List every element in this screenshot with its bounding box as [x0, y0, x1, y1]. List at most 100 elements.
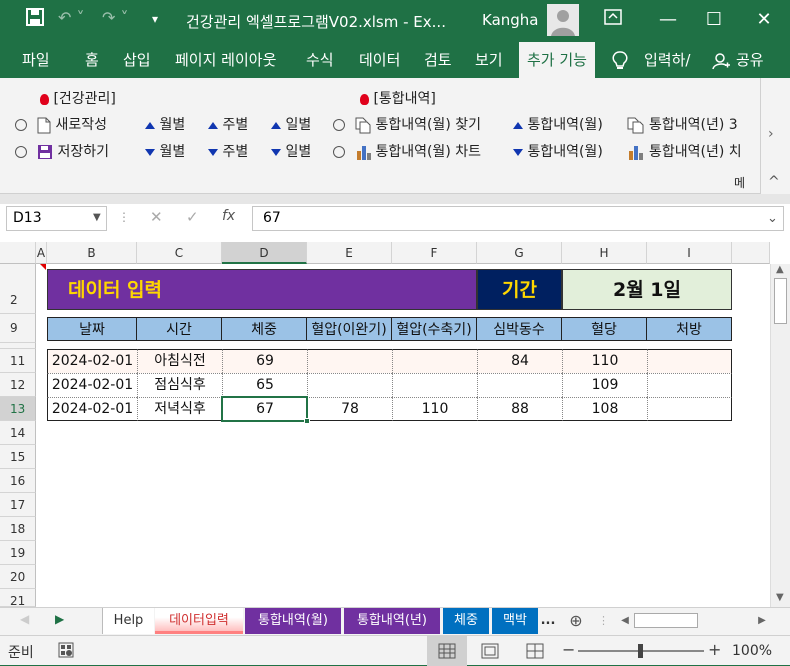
table-header-cell[interactable]: 체중: [222, 317, 307, 341]
column-header-f[interactable]: F: [392, 242, 477, 264]
zoom-in-icon[interactable]: +: [708, 640, 721, 659]
close-button[interactable]: ✕: [744, 6, 784, 34]
enter-check-icon[interactable]: ✓: [186, 208, 199, 226]
row-header-12[interactable]: 12: [0, 373, 36, 397]
save-button[interactable]: 저장하기: [15, 141, 109, 161]
minimize-button[interactable]: —: [648, 6, 688, 34]
table-header-cell[interactable]: 날짜: [47, 317, 137, 341]
tab-split-icon[interactable]: ⋮: [598, 608, 609, 634]
integrated-yearly-find-button[interactable]: 통합내역(년) 3: [627, 114, 738, 134]
column-header-c[interactable]: C: [137, 242, 222, 264]
column-header-h[interactable]: H: [562, 242, 647, 264]
table-cell[interactable]: 108: [562, 397, 647, 421]
table-cell[interactable]: [647, 373, 732, 397]
scroll-right-icon[interactable]: ▶: [755, 608, 769, 634]
expand-formula-icon[interactable]: ⌄: [767, 211, 778, 226]
sheet-tab-help[interactable]: Help: [102, 608, 154, 634]
function-icon[interactable]: fx: [222, 208, 235, 224]
tab-insert[interactable]: 삽입: [123, 42, 151, 78]
sheet-tab-pulse[interactable]: 맥박: [492, 608, 538, 634]
table-cell[interactable]: 84: [477, 349, 562, 373]
chart-monthly-button[interactable]: 통합내역(월) 차트: [333, 141, 481, 161]
column-header-g[interactable]: G: [477, 242, 562, 264]
table-header-cell[interactable]: 혈당: [562, 317, 647, 341]
monthly-up-button[interactable]: 월별: [145, 114, 185, 134]
next-sheet-icon[interactable]: ▶: [55, 612, 64, 626]
cancel-icon[interactable]: ✕: [150, 208, 163, 226]
table-cell[interactable]: [647, 349, 732, 373]
selected-cell-d13[interactable]: [221, 396, 308, 422]
scroll-left-icon[interactable]: ◀: [618, 608, 632, 634]
table-cell[interactable]: 110: [562, 349, 647, 373]
column-header-a[interactable]: A: [36, 242, 47, 264]
new-button[interactable]: 새로작성: [15, 114, 107, 134]
fill-handle[interactable]: [304, 418, 310, 424]
integrated-monthly-down-button[interactable]: 통합내역(월): [513, 141, 603, 161]
name-box[interactable]: D13 ▼: [6, 206, 107, 231]
tab-view[interactable]: 보기: [475, 42, 503, 78]
prev-sheet-icon[interactable]: ◀: [20, 612, 29, 626]
sheet-tab-integrated-monthly[interactable]: 통합내역(월): [245, 608, 341, 634]
table-cell[interactable]: 65: [222, 373, 307, 397]
row-header-16[interactable]: 16: [0, 469, 36, 493]
page-layout-view-icon[interactable]: [481, 643, 499, 663]
collapse-ribbon-icon[interactable]: ^: [768, 174, 780, 190]
undo-icon[interactable]: ↶ ˅: [58, 8, 85, 27]
tab-page-layout[interactable]: 페이지 레이아웃: [175, 42, 276, 78]
table-cell[interactable]: 109: [562, 373, 647, 397]
table-header-cell[interactable]: 혈압(수축기): [392, 317, 477, 341]
sheet-tab-data-entry[interactable]: 데이터입력: [155, 608, 243, 634]
column-header-e[interactable]: E: [307, 242, 392, 264]
table-cell[interactable]: 아침식전: [137, 349, 222, 373]
macro-record-icon[interactable]: [58, 642, 74, 662]
row-header-19[interactable]: 19: [0, 541, 36, 565]
table-cell[interactable]: 저녁식후: [137, 397, 222, 421]
maximize-button[interactable]: ☐: [694, 6, 734, 34]
column-header-b[interactable]: B: [47, 242, 137, 264]
save-icon[interactable]: [26, 8, 44, 30]
tab-add-ins[interactable]: 추가 기능: [519, 42, 595, 78]
monthly-down-button[interactable]: 월별: [145, 141, 185, 161]
column-header-i[interactable]: I: [647, 242, 732, 264]
table-cell[interactable]: 2024-02-01: [47, 349, 137, 373]
more-sheets-button[interactable]: ...: [540, 608, 556, 634]
normal-view-button[interactable]: [427, 636, 467, 666]
row-header-18[interactable]: 18: [0, 517, 36, 541]
table-cell[interactable]: 69: [222, 349, 307, 373]
table-header-cell[interactable]: 혈압(이완기): [307, 317, 392, 341]
sheet-tab-weight[interactable]: 체중: [443, 608, 489, 634]
sheet-tab-integrated-yearly[interactable]: 통합내역(년): [344, 608, 440, 634]
daily-up-button[interactable]: 일별: [271, 114, 311, 134]
tab-formulas[interactable]: 수식: [306, 42, 334, 78]
table-header-cell[interactable]: 시간: [137, 317, 222, 341]
row-header-11[interactable]: 11: [0, 349, 36, 373]
ribbon-display-icon[interactable]: [593, 6, 633, 34]
add-sheet-icon[interactable]: ⊕: [566, 608, 586, 634]
tell-me-input[interactable]: 입력하/: [644, 42, 690, 78]
scroll-up-icon[interactable]: ▲: [776, 264, 784, 275]
zoom-level[interactable]: 100%: [732, 643, 772, 659]
share-button[interactable]: 공유: [736, 42, 764, 78]
column-header-d[interactable]: D: [222, 242, 307, 264]
table-cell[interactable]: 78: [307, 397, 392, 421]
row-header-15[interactable]: 15: [0, 445, 36, 469]
page-break-view-icon[interactable]: [526, 643, 544, 663]
table-cell[interactable]: 2024-02-01: [47, 373, 137, 397]
table-cell[interactable]: [307, 373, 392, 397]
daily-down-button[interactable]: 일별: [271, 141, 311, 161]
table-cell[interactable]: [477, 373, 562, 397]
table-cell[interactable]: 88: [477, 397, 562, 421]
tab-review[interactable]: 검토: [424, 42, 452, 78]
table-cell[interactable]: [392, 373, 477, 397]
table-cell[interactable]: 2024-02-01: [47, 397, 137, 421]
select-all-corner[interactable]: [0, 242, 36, 264]
table-cell[interactable]: 110: [392, 397, 477, 421]
tab-data[interactable]: 데이터: [359, 42, 400, 78]
formula-input[interactable]: 67 ⌄: [252, 206, 784, 231]
customize-toolbar-icon[interactable]: ▾: [152, 12, 158, 26]
find-monthly-button[interactable]: 통합내역(월) 찾기: [333, 114, 481, 134]
period-value[interactable]: 2월 1일: [562, 269, 732, 310]
table-header-cell[interactable]: 처방: [647, 317, 732, 341]
table-cell[interactable]: 점심식후: [137, 373, 222, 397]
row-header-14[interactable]: 14: [0, 421, 36, 445]
